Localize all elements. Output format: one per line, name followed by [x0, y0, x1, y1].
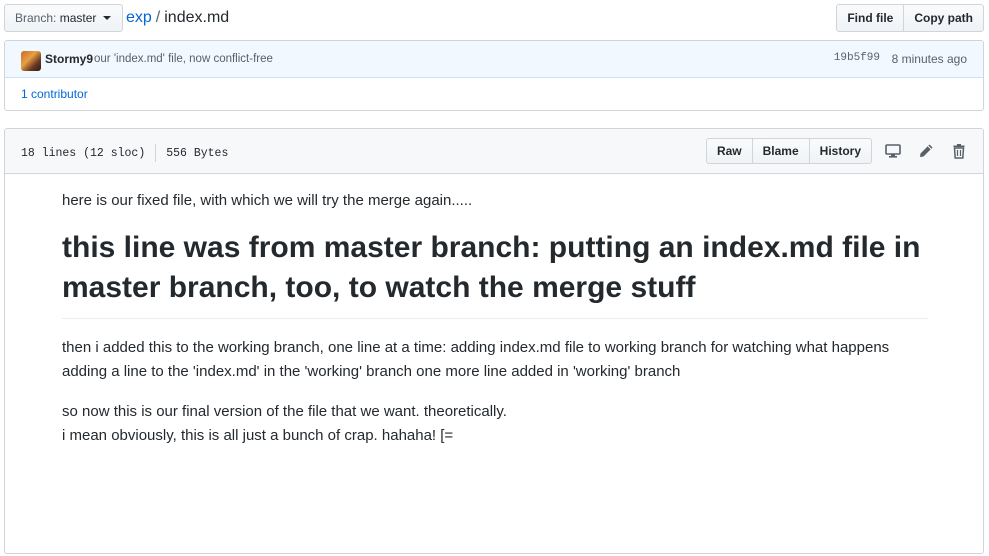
- breadcrumb-file-name: index.md: [164, 9, 230, 26]
- paragraph-final-line-1: so now this is our final version of the …: [62, 403, 507, 420]
- caret-down-icon: [102, 15, 111, 20]
- commit-tease-box: Stormy9 our 'index.md' file, now conflic…: [4, 40, 984, 111]
- paragraph-working-branch: then i added this to the working branch,…: [62, 339, 890, 380]
- paragraph-final-version: so now this is our final version of the …: [62, 400, 928, 448]
- breadcrumb-repo-link[interactable]: exp: [126, 9, 152, 26]
- paragraph-intro: here is our fixed file, with which we wi…: [62, 192, 473, 209]
- history-button[interactable]: History: [808, 138, 872, 164]
- breadcrumb: exp / index.md: [126, 4, 229, 32]
- pencil-icon[interactable]: [914, 139, 938, 163]
- markdown-body: here is our fixed file, with which we wi…: [62, 189, 928, 448]
- file-box: 18 lines (12 sloc) 556 Bytes Raw Blame H…: [4, 128, 984, 554]
- branch-label-prefix: Branch:: [15, 11, 57, 25]
- file-line-count: 18 lines (12 sloc): [21, 146, 146, 160]
- blame-button[interactable]: Blame: [751, 138, 810, 164]
- breadcrumb-separator: /: [155, 9, 161, 26]
- branch-select-button[interactable]: Branch: master: [4, 4, 123, 32]
- commit-time: 8 minutes ago: [891, 52, 967, 66]
- file-info: 18 lines (12 sloc) 556 Bytes: [21, 144, 228, 162]
- file-size: 556 Bytes: [166, 146, 229, 160]
- branch-name: master: [59, 11, 97, 25]
- trash-icon[interactable]: [947, 139, 971, 163]
- copy-path-button[interactable]: Copy path: [903, 4, 984, 32]
- file-nav-button-group: Find file Copy path: [836, 4, 984, 32]
- find-file-button[interactable]: Find file: [836, 4, 905, 32]
- commit-author-link[interactable]: Stormy9: [45, 52, 93, 66]
- file-info-divider: [155, 144, 157, 162]
- file-actions: Raw Blame History: [705, 138, 971, 164]
- commit-message[interactable]: our 'index.md' file, now conflict-free: [94, 53, 273, 65]
- file-navigation: Branch: master exp / index.md Find file Co…: [4, 4, 984, 34]
- file-header: 18 lines (12 sloc) 556 Bytes Raw Blame H…: [5, 129, 983, 174]
- contributors-link[interactable]: 1 contributor: [5, 78, 983, 111]
- commit-sha-link[interactable]: 19b5f99: [834, 52, 880, 64]
- heading-master-branch: this line was from master branch: puttin…: [62, 228, 928, 319]
- raw-button[interactable]: Raw: [705, 138, 753, 164]
- commit-tease: Stormy9 our 'index.md' file, now conflic…: [5, 41, 983, 78]
- desktop-icon[interactable]: [881, 139, 905, 163]
- avatar[interactable]: [21, 51, 41, 71]
- paragraph-final-line-2: i mean obviously, this is all just a bun…: [62, 427, 454, 444]
